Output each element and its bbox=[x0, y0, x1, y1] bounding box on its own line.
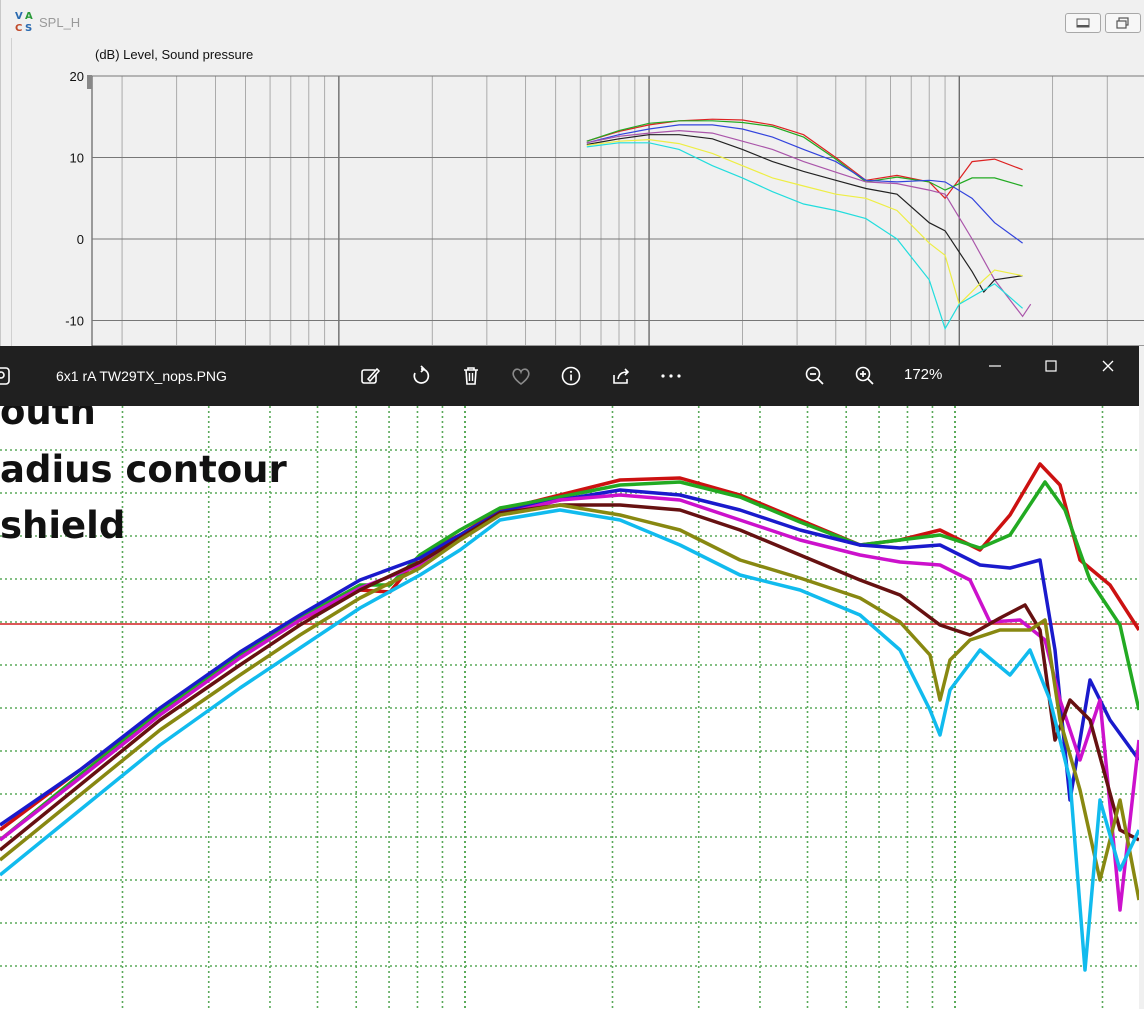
rotate-icon[interactable] bbox=[409, 364, 433, 388]
minimize-button[interactable] bbox=[1065, 13, 1101, 33]
y-axis-label: (dB) Level, Sound pressure bbox=[95, 47, 253, 62]
y-tick-label: -10 bbox=[65, 314, 84, 329]
image-response-curve bbox=[0, 503, 1139, 852]
image-graph: outh adius contour shield bbox=[0, 406, 1139, 1009]
image-response-curve bbox=[0, 462, 1139, 832]
vacs-window-title: SPL_H bbox=[39, 15, 81, 30]
svg-text:C: C bbox=[15, 23, 22, 34]
restore-icon bbox=[1116, 17, 1129, 29]
legend-line-3: shield bbox=[0, 504, 125, 547]
edit-image-icon[interactable] bbox=[358, 364, 382, 388]
y-tick-labels: 20 10 0 -10 bbox=[65, 69, 84, 329]
image-response-curve bbox=[0, 488, 1139, 827]
spl-chart: (dB) Level, Sound pressure 20 10 0 -10 bbox=[65, 47, 1144, 346]
close-icon[interactable] bbox=[1096, 354, 1120, 378]
legend-line-2: adius contour bbox=[0, 448, 288, 491]
minimize-icon bbox=[1076, 18, 1090, 28]
y-tick-label: 0 bbox=[77, 232, 84, 247]
svg-text:S: S bbox=[25, 23, 32, 34]
scroll-handle[interactable] bbox=[87, 75, 92, 89]
y-tick-label: 20 bbox=[70, 69, 84, 84]
svg-text:V: V bbox=[15, 11, 23, 22]
info-icon[interactable] bbox=[559, 364, 583, 388]
delete-icon[interactable] bbox=[459, 364, 483, 388]
zoom-in-icon[interactable] bbox=[853, 364, 877, 388]
svg-text:A: A bbox=[25, 11, 33, 22]
zoom-out-icon[interactable] bbox=[803, 364, 827, 388]
image-series bbox=[0, 462, 1139, 972]
background-window-edge bbox=[1139, 346, 1144, 1009]
photo-viewer-window: 6x1 rA TW29TX_nops.PNG 172% outh adius c… bbox=[0, 346, 1139, 1009]
y-tick-label: 10 bbox=[70, 151, 84, 166]
app-icon bbox=[0, 364, 14, 388]
legend-line-1: outh bbox=[0, 406, 96, 433]
vacs-logo-icon: V A C S bbox=[15, 11, 33, 34]
file-name: 6x1 rA TW29TX_nops.PNG bbox=[56, 368, 227, 384]
plot-area bbox=[91, 75, 1144, 346]
displayed-image[interactable]: outh adius contour shield bbox=[0, 406, 1139, 1009]
more-options-icon[interactable] bbox=[659, 364, 683, 388]
minimize-icon[interactable] bbox=[983, 354, 1007, 378]
vacs-window: V A C S SPL_H (dB) Level, Sound pressure… bbox=[0, 0, 1144, 346]
viewer-toolbar[interactable]: 6x1 rA TW29TX_nops.PNG 172% bbox=[0, 346, 1139, 406]
vacs-title-bar[interactable]: V A C S SPL_H bbox=[1, 0, 1144, 38]
zoom-level[interactable]: 172% bbox=[904, 366, 942, 383]
maximize-icon[interactable] bbox=[1039, 354, 1063, 378]
spl-chart-panel: (dB) Level, Sound pressure 20 10 0 -10 bbox=[11, 38, 1144, 346]
favorite-heart-icon[interactable] bbox=[509, 364, 533, 388]
restore-button[interactable] bbox=[1105, 13, 1141, 33]
share-icon[interactable] bbox=[609, 364, 633, 388]
